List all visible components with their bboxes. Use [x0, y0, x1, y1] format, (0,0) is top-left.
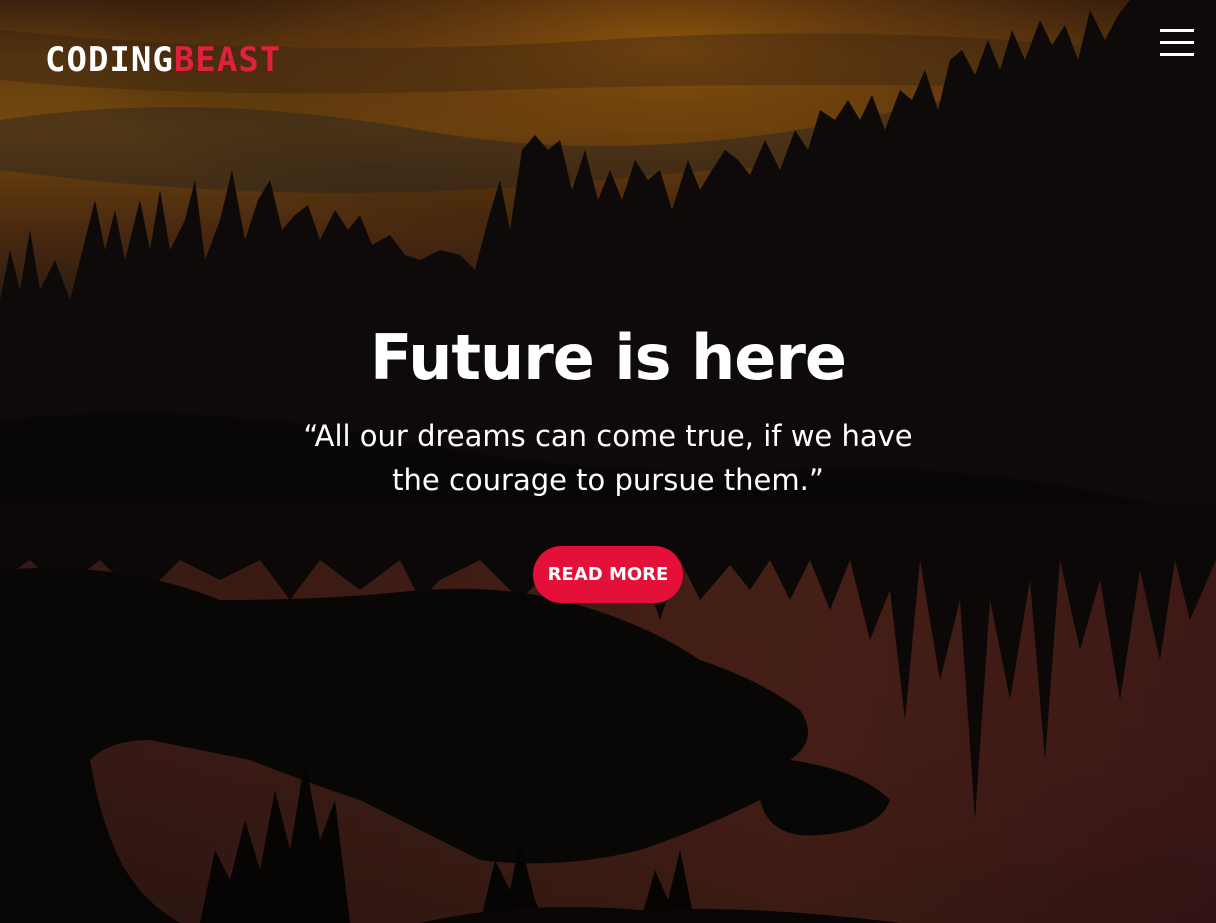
menu-line: [1160, 41, 1194, 44]
menu-line: [1160, 53, 1194, 56]
hero-content: Future is here “All our dreams can come …: [258, 318, 958, 603]
brand-logo-accent: BEAST: [173, 40, 282, 80]
hero-quote: “All our dreams can come true, if we hav…: [303, 419, 913, 497]
brand-logo-primary: CODING: [45, 40, 174, 80]
hero-section: CODINGBEAST Future is here “All our drea…: [0, 0, 1216, 923]
hamburger-menu-icon[interactable]: [1160, 26, 1194, 60]
menu-line: [1160, 29, 1194, 32]
brand-logo[interactable]: CODINGBEAST: [45, 38, 281, 82]
read-more-button[interactable]: READ MORE: [533, 546, 683, 603]
hero-title: Future is here: [370, 321, 847, 394]
